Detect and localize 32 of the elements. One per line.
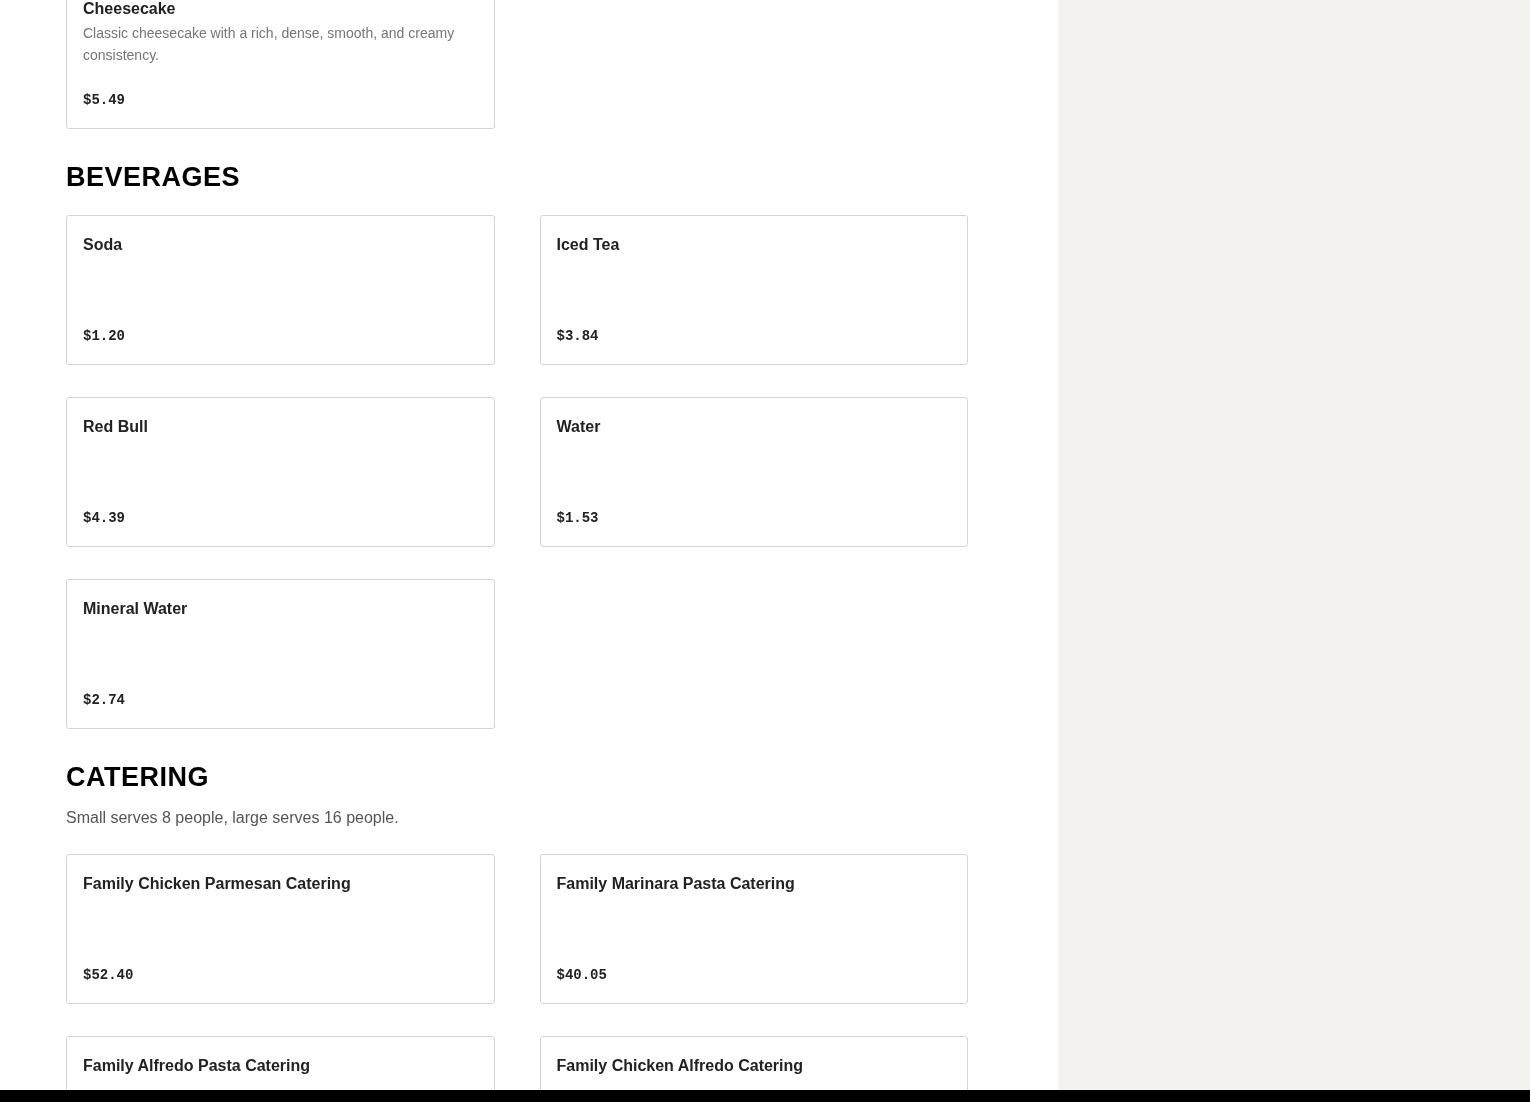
item-name: Red Bull: [83, 417, 149, 437]
item-price: $1.20: [83, 327, 126, 346]
item-name: Family Chicken Parmesan Catering: [83, 874, 352, 894]
item-price: $40.05: [556, 966, 608, 985]
section-heading: BEVERAGES: [66, 161, 242, 193]
menu-item-card[interactable]: Mineral Water $2.74: [66, 579, 495, 729]
menu-item-card[interactable]: Family Alfredo Pasta Catering: [66, 1036, 495, 1090]
item-name: Family Chicken Alfredo Catering: [556, 1056, 805, 1076]
item-price: $52.40: [83, 966, 135, 985]
menu-item-card[interactable]: Family Marinara Pasta Catering $40.05: [539, 854, 968, 1004]
menu-item-card[interactable]: Cheesecake Classic cheesecake with a rich, dense, smooth, and creamy consistency. $5.49: [66, 0, 495, 129]
item-price: $5.49: [83, 91, 126, 110]
item-name: Water: [556, 417, 602, 437]
item-description: Classic cheesecake with a rich, dense, smooth, and creamy consistency.: [83, 24, 456, 65]
item-name: Soda: [83, 235, 124, 255]
section-description: Small serves 8 people, large serves 16 people.: [66, 808, 400, 828]
item-name: Iced Tea: [556, 235, 621, 255]
menu-item-card[interactable]: Iced Tea $3.84: [539, 215, 968, 365]
item-price: $1.53: [556, 509, 600, 528]
item-name: Cheesecake: [83, 0, 177, 19]
section-heading: CATERING: [66, 761, 210, 793]
menu-item-card[interactable]: Family Chicken Alfredo Catering: [539, 1036, 968, 1090]
menu-item-card[interactable]: Water $1.53: [539, 397, 968, 547]
item-name: Mineral Water: [83, 599, 189, 619]
item-price: $3.84: [556, 327, 600, 346]
menu-item-card[interactable]: Red Bull $4.39: [66, 397, 495, 547]
item-price: $2.74: [83, 691, 126, 710]
item-name: Family Alfredo Pasta Catering: [83, 1056, 312, 1076]
menu-item-card[interactable]: Family Chicken Parmesan Catering $52.40: [66, 854, 495, 1004]
item-price: $4.39: [83, 509, 126, 528]
item-name: Family Marinara Pasta Catering: [556, 874, 796, 894]
menu-item-card[interactable]: Soda $1.20: [66, 215, 495, 365]
